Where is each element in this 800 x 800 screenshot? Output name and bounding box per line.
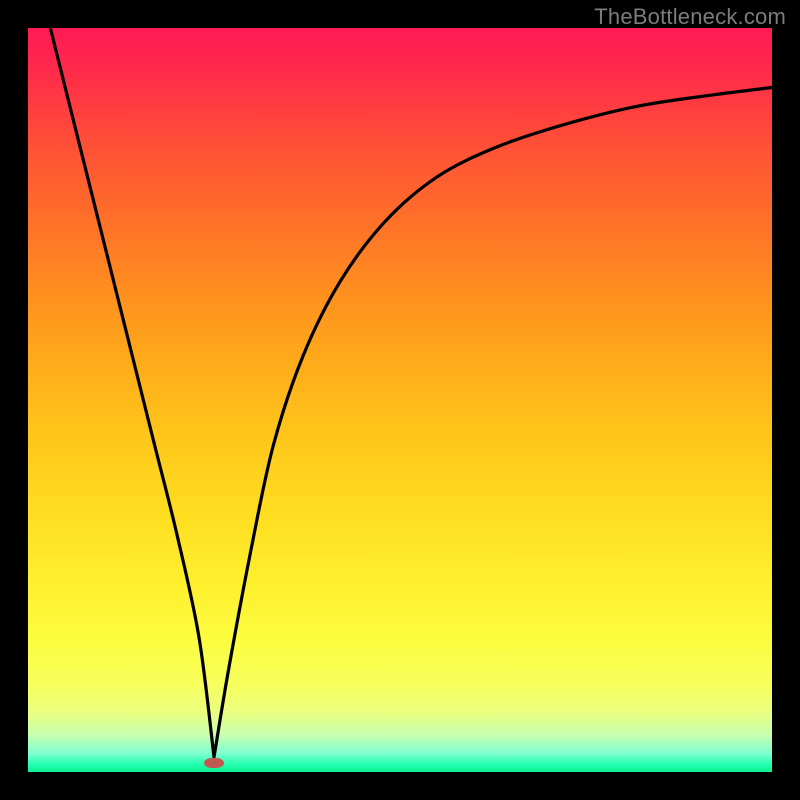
bottleneck-curve: [28, 28, 772, 772]
chart-frame: TheBottleneck.com: [0, 0, 800, 800]
optimum-marker: [204, 758, 223, 768]
plot-area: [28, 28, 772, 772]
watermark-text: TheBottleneck.com: [594, 4, 786, 30]
